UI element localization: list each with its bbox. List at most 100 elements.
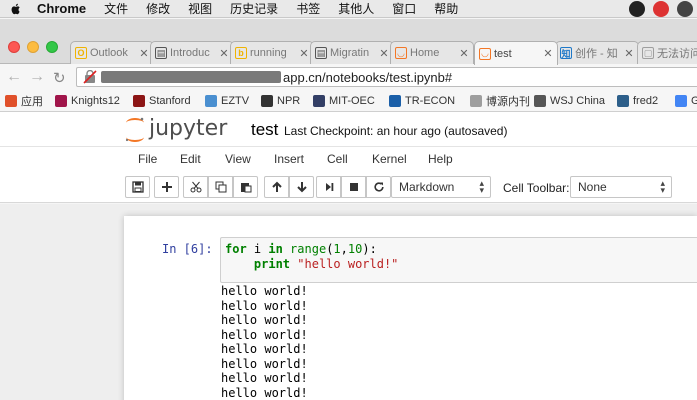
doc-icon: ▤: [315, 47, 327, 59]
plus-icon: [161, 182, 172, 192]
save-button[interactable]: [125, 176, 150, 198]
jupyter-icon: ◡: [479, 47, 491, 60]
notebook-page: In [6]: for i in range(1,10): print "hel…: [124, 216, 697, 400]
run-cell-button[interactable]: [316, 176, 341, 198]
bookmark-item[interactable]: NPR: [261, 93, 300, 109]
close-tab-icon[interactable]: ✕: [459, 47, 469, 60]
arrow-up-icon: [271, 181, 282, 192]
forward-button[interactable]: →: [29, 68, 45, 86]
bookmark-item[interactable]: Knights12: [55, 93, 120, 109]
bookmark-item[interactable]: MIT-OEC: [313, 93, 375, 109]
paste-button[interactable]: [233, 176, 258, 198]
close-tab-icon[interactable]: ✕: [299, 47, 309, 60]
close-tab-icon[interactable]: ✕: [219, 47, 229, 60]
bookmark-item[interactable]: 博源内刊: [470, 93, 530, 109]
insert-cell-button[interactable]: [154, 176, 179, 198]
apple-icon[interactable]: [9, 2, 23, 16]
bookmark-item[interactable]: fred2: [617, 93, 658, 109]
bookmark-item[interactable]: Stanford: [133, 93, 191, 109]
jmenu-cell[interactable]: Cell: [327, 152, 348, 166]
cut-icon: [190, 181, 201, 193]
tab-label: Introduc: [170, 47, 210, 59]
weibo-icon[interactable]: [653, 1, 669, 17]
menu-file[interactable]: 文件: [104, 0, 128, 17]
jmenu-kernel[interactable]: Kernel: [372, 152, 407, 166]
code-keyword-for: for: [225, 242, 247, 256]
cell-toolbar-label: Cell Toolbar:: [503, 181, 570, 195]
menu-window[interactable]: 窗口: [392, 0, 416, 17]
jmenu-help[interactable]: Help: [428, 152, 453, 166]
close-tab-icon[interactable]: ✕: [379, 47, 389, 60]
google-icon: [675, 95, 687, 107]
back-button[interactable]: ←: [6, 68, 22, 86]
output-line: hello world!: [221, 371, 308, 385]
browser-tab-home[interactable]: ◡ Home ✕: [390, 41, 474, 64]
code-paren-close: ):: [362, 242, 377, 256]
cell-type-select[interactable]: Markdown ▴ ▾: [391, 176, 491, 198]
menu-help[interactable]: 帮助: [434, 0, 458, 17]
reload-button[interactable]: ↻: [53, 69, 66, 87]
omnibox[interactable]: app.cn/notebooks/test.ipynb#: [76, 67, 697, 87]
bookmark-label: EZTV: [221, 95, 250, 107]
select-arrows-icon: ▴ ▾: [479, 178, 484, 195]
bookmark-item[interactable]: WSJ China: [534, 93, 605, 109]
close-window-button[interactable]: [8, 41, 20, 53]
menu-history[interactable]: 历史记录: [230, 0, 278, 17]
bookmark-item[interactable]: TR-ECON: [389, 93, 455, 109]
bookmarks-bar: 应用 Knights12 Stanford EZTV NPR MIT-OEC TR-ECON…: [0, 90, 697, 112]
stop-icon: [349, 183, 358, 191]
menu-edit[interactable]: 修改: [146, 0, 170, 17]
cell-type-value: Markdown: [399, 180, 455, 194]
zoom-window-button[interactable]: [46, 41, 58, 53]
notebook-name[interactable]: test: [251, 120, 278, 140]
cut-button[interactable]: [183, 176, 208, 198]
eztv-icon: [205, 95, 217, 107]
menu-app-name[interactable]: Chrome: [37, 1, 86, 16]
select-arrows-icon: ▴ ▾: [660, 178, 665, 195]
move-down-button[interactable]: [289, 176, 314, 198]
code-cell-input[interactable]: for i in range(1,10): print "hello world…: [220, 237, 697, 283]
browser-tab-test[interactable]: ◡ test ✕: [474, 41, 558, 65]
redacted-host: [101, 71, 281, 83]
browser-tab-running[interactable]: b running ✕: [230, 41, 314, 64]
close-tab-icon[interactable]: ✕: [543, 47, 553, 60]
copy-button[interactable]: [208, 176, 233, 198]
paste-icon: [240, 183, 251, 193]
save-icon: [131, 181, 144, 193]
browser-tab-outlook[interactable]: O Outlook ✕: [70, 41, 154, 64]
browser-tab-introduc[interactable]: ▤ Introduc ✕: [150, 41, 234, 64]
browser-tab-migratin[interactable]: ▤ Migratin ✕: [310, 41, 394, 64]
code-number: 10: [347, 242, 363, 256]
bookmark-label: Stanford: [149, 95, 191, 107]
wechat-icon[interactable]: [629, 1, 645, 17]
jmenu-view[interactable]: View: [225, 152, 251, 166]
menu-bookmarks[interactable]: 书签: [296, 0, 320, 17]
bookmark-item[interactable]: 应用: [5, 93, 43, 109]
interrupt-kernel-button[interactable]: [341, 176, 366, 198]
bookmark-label: WSJ China: [550, 95, 606, 107]
code-number: 1: [333, 242, 341, 256]
cell-toolbar-select[interactable]: None ▴ ▾: [570, 176, 672, 198]
cell-output: hello world! hello world! hello world! h…: [221, 284, 308, 400]
move-up-button[interactable]: [264, 176, 289, 198]
bookmark-item[interactable]: G: [675, 93, 697, 109]
browser-tab-[interactable]: ▢无法访问✕: [637, 41, 697, 64]
arrow-down-icon: [296, 182, 307, 193]
not-secure-icon[interactable]: [83, 69, 97, 84]
jupyter-logo[interactable]: jupyter: [122, 114, 240, 146]
tab-label: test: [494, 47, 512, 60]
tray-app-icon[interactable]: [677, 1, 693, 17]
bookmark-label: G: [691, 95, 697, 107]
minimize-window-button[interactable]: [27, 41, 39, 53]
browser-tab-[interactable]: 知创作 - 知 ✕: [555, 41, 639, 64]
close-tab-icon[interactable]: ✕: [139, 47, 149, 60]
restart-kernel-button[interactable]: [366, 176, 391, 198]
jmenu-file[interactable]: File: [138, 152, 157, 166]
menu-people[interactable]: 其他人: [338, 0, 374, 17]
jmenu-edit[interactable]: Edit: [180, 152, 201, 166]
output-line: hello world!: [221, 342, 308, 356]
jmenu-insert[interactable]: Insert: [274, 152, 304, 166]
menu-view[interactable]: 视图: [188, 0, 212, 17]
bookmark-item[interactable]: EZTV: [205, 93, 249, 109]
close-tab-icon[interactable]: ✕: [624, 47, 634, 60]
